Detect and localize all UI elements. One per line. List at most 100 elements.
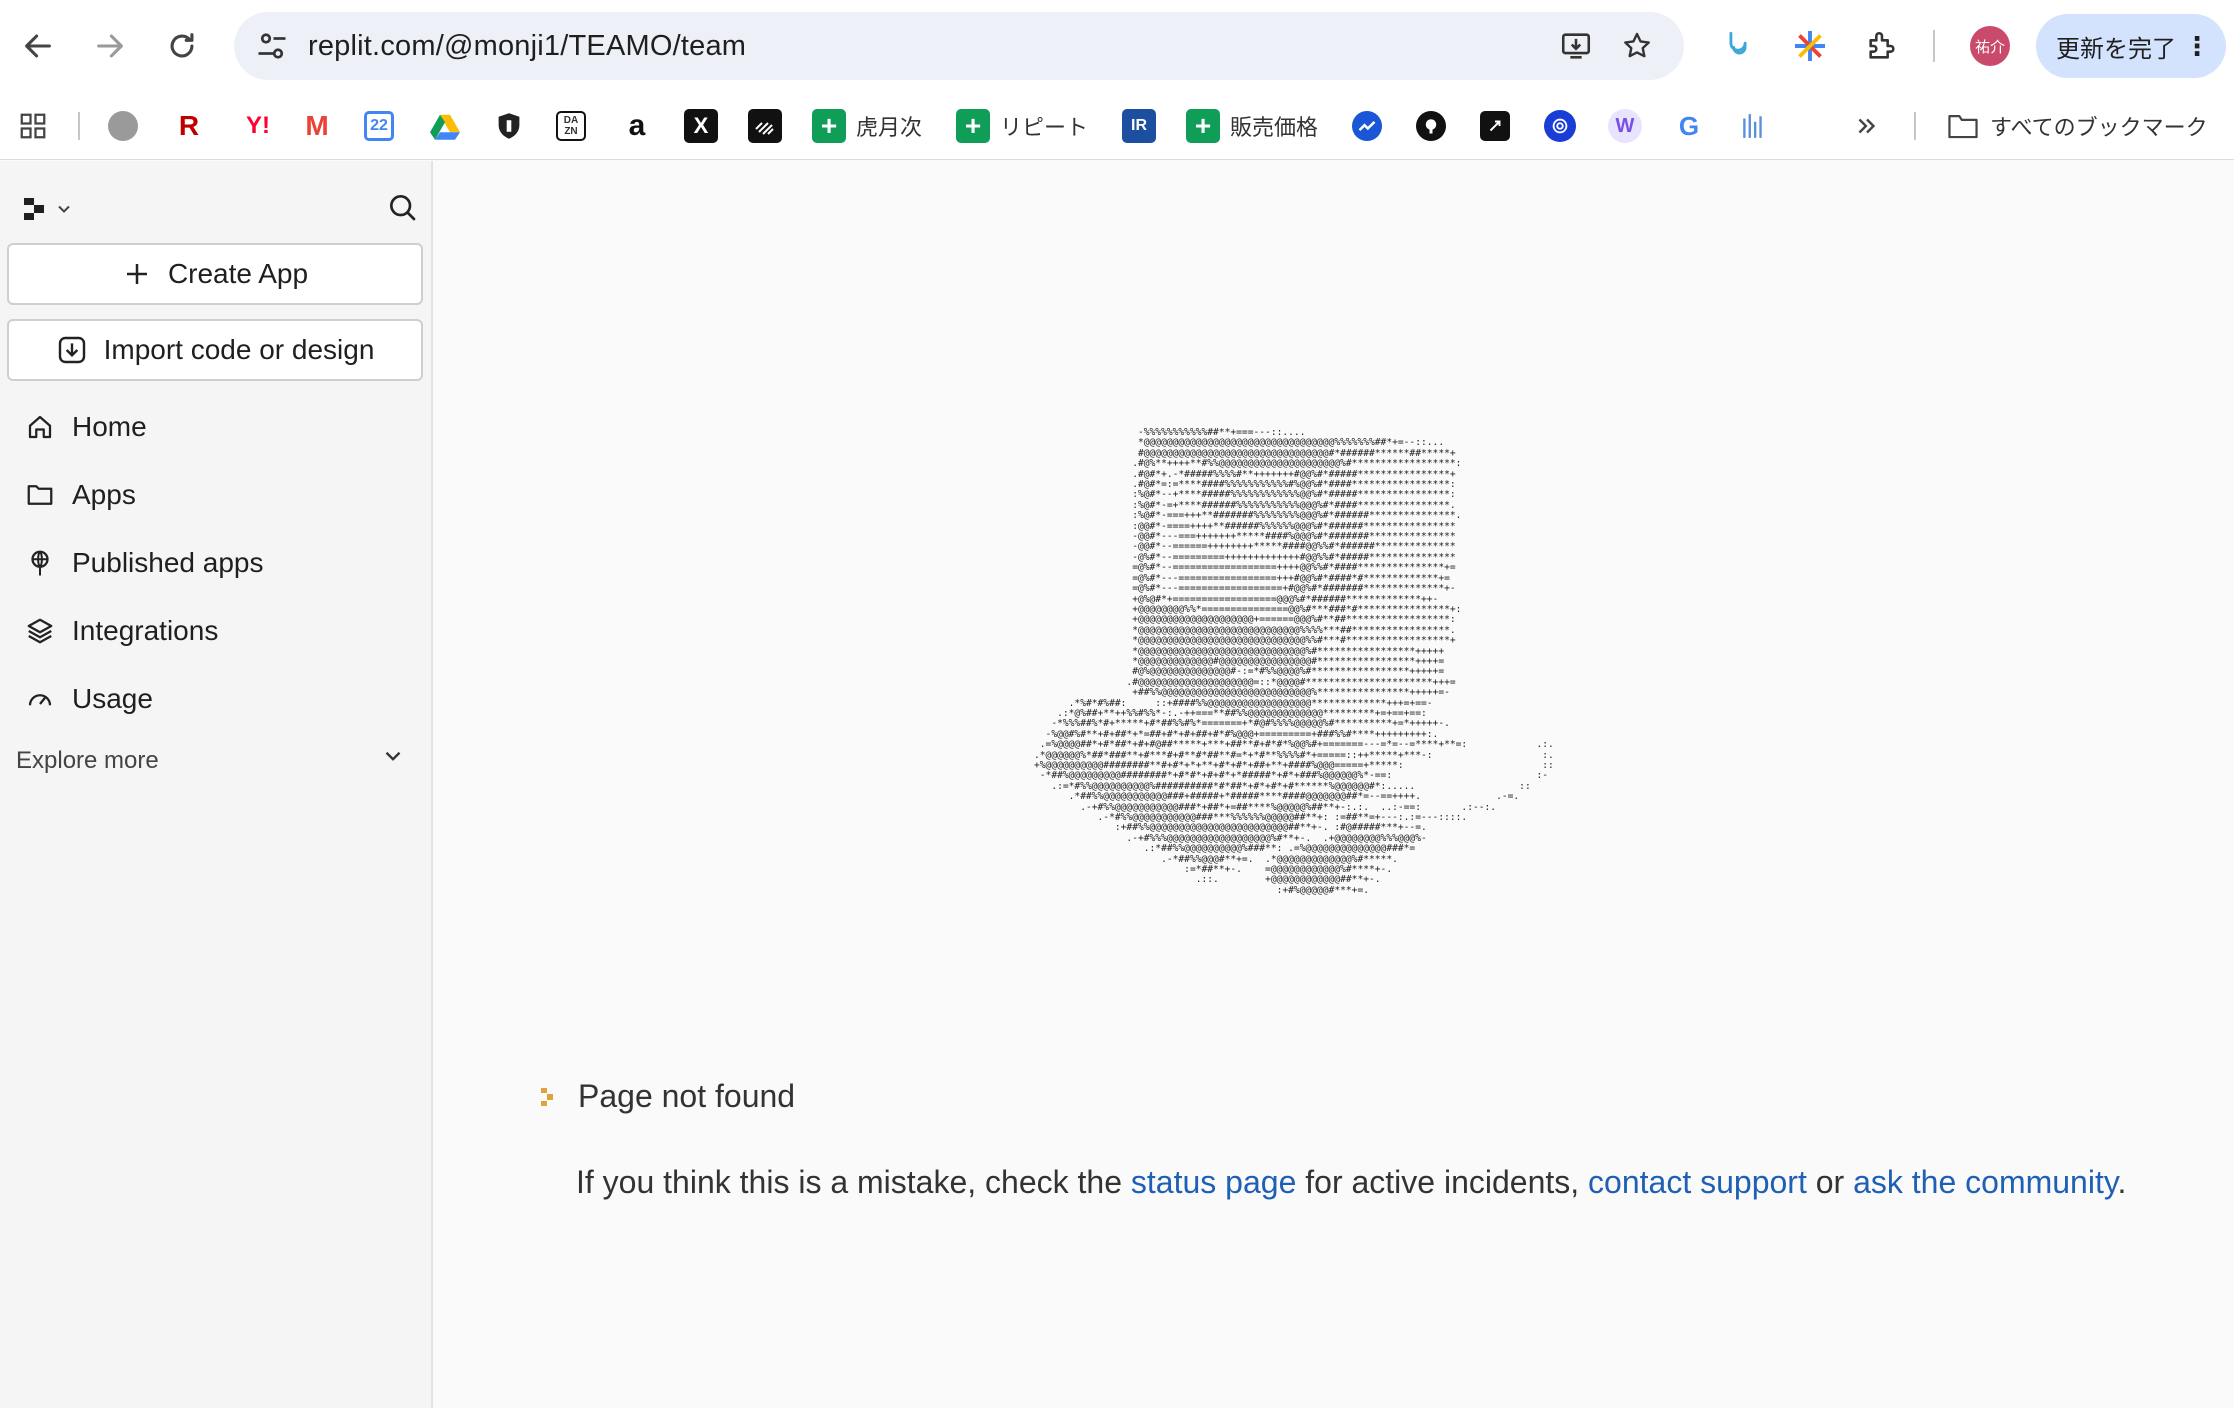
bookmark-yahoo[interactable]: Y! [238,104,278,148]
bookmark-apps[interactable] [16,104,50,148]
reload-button[interactable] [154,18,210,74]
ascii-art-top-hat: -%%%%%%%%%%%##**+===---::.... *@@@@@@@@@… [1034,428,1554,896]
bookmarks-overflow-button[interactable] [1850,104,1884,148]
bookmark-irbank[interactable]: IR [1122,104,1156,148]
sidebar-item-apps[interactable]: Apps [22,469,136,521]
gauge-icon [22,681,58,717]
sidebar-item-usage[interactable]: Usage [22,673,153,725]
bookmark-x[interactable]: X [684,104,718,148]
sheets-icon: + [1186,109,1220,143]
bookmarks-divider [78,112,80,140]
bookmark-w[interactable]: W [1608,104,1642,148]
bookmark-amazon[interactable]: a [620,104,654,148]
calendar-icon: 22 [364,111,394,141]
sidebar-item-home[interactable]: Home [22,401,147,453]
bookmark-terminal[interactable] [1480,104,1510,148]
extensions-button[interactable] [1860,24,1904,68]
bookmarks-divider-2 [1914,112,1916,140]
replit-small-logo-icon [540,1086,556,1108]
search-icon [390,195,416,221]
bars-icon [1736,109,1770,143]
bookmark-dazn[interactable]: DA ZN [556,104,586,148]
dazn-icon: DA ZN [556,111,586,141]
import-icon [56,334,88,366]
extension-vercel-button[interactable] [1716,24,1760,68]
search-button[interactable] [380,185,424,229]
site-settings-icon[interactable] [254,28,290,64]
amazon-icon: a [628,109,646,142]
import-code-button[interactable]: Import code or design [7,319,423,381]
irbank-icon: IR [1122,109,1156,143]
bookmark-chart-2[interactable] [1736,104,1770,148]
terminal-icon [1480,111,1510,141]
yahoo-icon: Y! [246,112,270,139]
forward-button[interactable] [82,18,138,74]
bookmark-calendar[interactable]: 22 [364,104,394,148]
create-app-button[interactable]: Create App [7,243,423,305]
more-menu-icon[interactable]: ⋮ [2184,28,2210,64]
address-bar[interactable]: replit.com/@monji1/TEAMO/team [234,12,1684,80]
update-button[interactable]: 更新を完了 ⋮ [2036,14,2226,78]
extension-gemini-button[interactable] [1788,24,1832,68]
sparkle-icon [1795,31,1825,61]
explore-more-label: Explore more [16,747,159,774]
ask-community-link[interactable]: ask the community [1853,1164,2117,1200]
profile-avatar[interactable]: 祐介 [1970,26,2010,66]
install-icon [1561,33,1591,59]
bookmark-sheet-3[interactable]: + 販売価格 [1186,104,1318,148]
x-icon: X [684,109,718,143]
url-text[interactable]: replit.com/@monji1/TEAMO/team [308,12,746,80]
not-found-text: Page not found [578,1078,796,1114]
sheets-icon: + [812,109,846,143]
message-prefix: If you think this is a mistake, check th… [576,1164,1131,1200]
reload-icon [170,33,194,58]
line-chart-icon [1352,111,1382,141]
status-page-link[interactable]: status page [1131,1164,1296,1200]
replit-logo-icon [24,198,44,220]
bookmark-drive[interactable] [428,104,462,148]
bookmark-sheet-2[interactable]: + リピート [956,104,1088,148]
all-bookmarks-button[interactable]: すべてのブックマーク [1946,104,2208,148]
bookmark-gmail[interactable]: M [300,104,334,148]
error-message: If you think this is a mistake, check th… [576,1164,2126,1201]
sidebar-item-integrations[interactable]: Integrations [22,605,218,657]
puzzle-icon [1869,32,1895,59]
workspace-switcher[interactable] [22,189,74,229]
bookmark-rakuten[interactable]: R [172,104,206,148]
sidebar: Create App Import code or design Home Ap… [0,161,433,1408]
apps-grid-icon [16,109,50,143]
bookmark-octopus[interactable] [108,104,138,148]
bookmark-sheet-1[interactable]: + 虎月次 [812,104,922,148]
home-icon [22,409,58,445]
stripes-icon [748,109,782,143]
arrow-right-icon [97,34,123,58]
rakuten-icon: R [178,110,200,141]
sidebar-item-label: Apps [72,479,136,510]
explore-more-toggle[interactable]: Explore more [16,741,406,781]
folder-icon [1946,109,1980,143]
update-button-label: 更新を完了 [2056,35,2176,63]
github-icon [1416,111,1446,141]
bookmark-sheet-1-label: 虎月次 [856,115,923,140]
sheets-icon: + [956,109,990,143]
bookmark-stripes[interactable] [748,104,782,148]
contact-support-link[interactable]: contact support [1588,1164,1807,1200]
install-app-button[interactable] [1556,26,1596,66]
bookmark-star-button[interactable] [1617,26,1657,66]
double-chevron-right-icon [1850,109,1884,143]
bookmark-google[interactable]: G [1672,104,1706,148]
bookmark-sheet-2-label: リピート [1000,115,1089,140]
sidebar-item-published-apps[interactable]: Published apps [22,537,263,589]
bookmark-shield[interactable] [492,104,526,148]
chevron-down-icon [58,205,70,213]
bookmark-openai[interactable] [1544,104,1576,148]
bookmark-github[interactable] [1416,104,1446,148]
back-button[interactable] [10,18,66,74]
globe-icon [22,545,58,581]
octopus-icon [108,111,138,141]
folder-icon [22,477,58,513]
star-icon [1624,32,1650,58]
bookmark-chart[interactable] [1352,104,1382,148]
stethoscope-icon [1729,31,1747,55]
message-end: . [2117,1164,2127,1200]
